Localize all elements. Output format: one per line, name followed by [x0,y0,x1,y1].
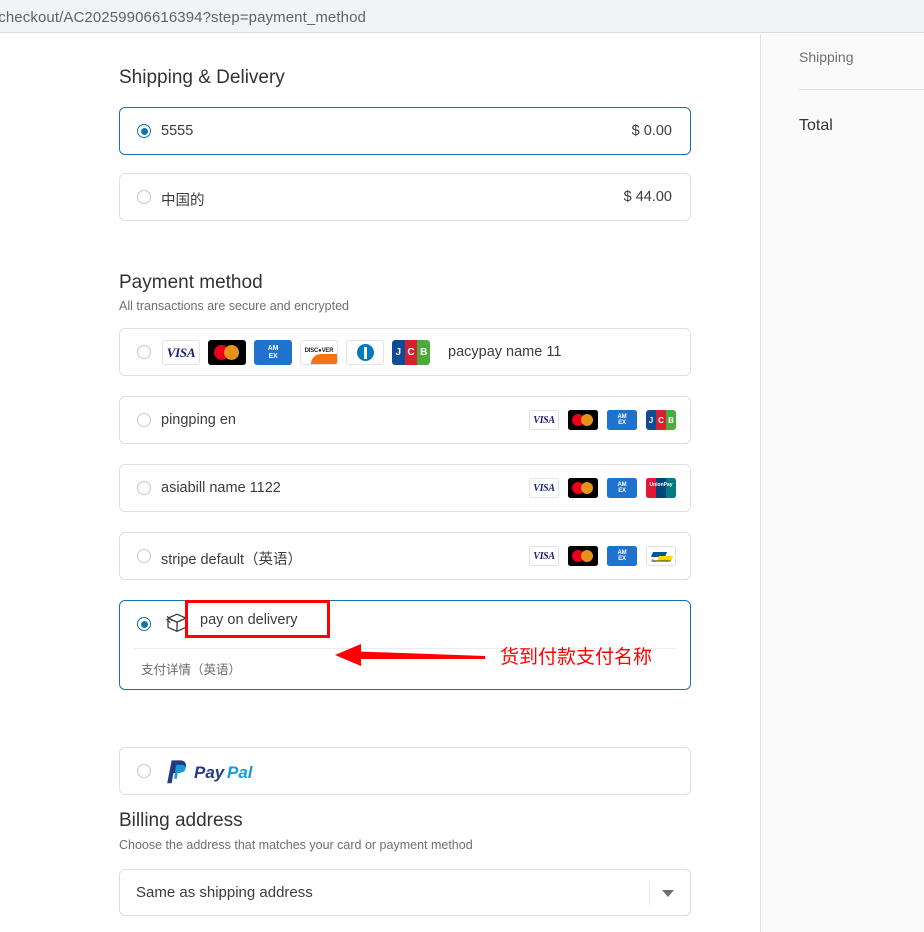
diners-club-icon [346,340,384,365]
pay-on-delivery-name-highlight: pay on delivery [185,600,330,638]
jcb-icon: JCB [646,410,676,430]
mastercard-icon [568,478,598,498]
shipping-section-title: Shipping & Delivery [119,67,285,88]
mastercard-icon [208,340,246,365]
payment-option-label: pingping en [161,412,236,428]
payment-option-radio[interactable] [137,413,151,427]
payment-option-radio[interactable] [137,345,151,359]
billing-section-subtitle: Choose the address that matches your car… [119,838,473,852]
billing-section-title: Billing address [119,810,243,831]
shipping-option-radio[interactable] [137,124,151,138]
payment-option-paypal[interactable]: Pay Pal [119,747,691,795]
select-separator [649,881,650,905]
visa-icon: VISA [529,410,559,430]
payment-option-radio[interactable] [137,549,151,563]
shipping-option-row[interactable]: 中国的 $ 44.00 [119,173,691,221]
payment-option-pacypay[interactable]: VISA AM EX DISC●VER JCB pacypay name 11 [119,328,691,376]
paypal-icon: Pay Pal [161,757,283,792]
amex-icon: AM EX [607,410,637,430]
payment-option-label: stripe default（英语） [161,552,303,568]
summary-total-label: Total [799,117,833,134]
shipping-option-price: $ 44.00 [623,189,672,205]
bancontact-icon: Bancontact [646,546,676,566]
amex-icon: AM EX [607,478,637,498]
checkout-page: Shipping Total Shipping & Delivery 5555 … [0,34,924,932]
payment-option-label: pacypay name 11 [448,344,562,360]
payment-option-radio[interactable] [137,481,151,495]
svg-text:Pay: Pay [194,763,226,782]
billing-address-select[interactable]: Same as shipping address [119,869,691,916]
shipping-option-price: $ 0.00 [631,123,672,139]
url-text: /checkout/AC20259906616394?step=payment_… [0,9,366,26]
annotation-text: 货到付款支付名称 [500,647,653,668]
amex-icon: AM EX [254,340,292,365]
summary-shipping-label: Shipping [799,49,854,65]
payment-option-radio[interactable] [137,617,151,631]
billing-address-selected-value: Same as shipping address [136,884,313,901]
amex-icon: AM EX [607,546,637,566]
shipping-option-radio[interactable] [137,190,151,204]
visa-icon: VISA [529,546,559,566]
card-brand-list: VISA AM EX Bancontact [529,546,676,566]
payment-option-asiabill[interactable]: asiabill name 1122 VISA AM EX UnionPay [119,464,691,512]
payment-section-title: Payment method [119,272,263,293]
payment-option-label: asiabill name 1122 [161,480,281,496]
discover-icon: DISC●VER [300,340,338,365]
card-brand-list: VISA AM EX JCB [529,410,676,430]
order-summary-sidebar: Shipping Total [760,34,924,932]
payment-option-radio[interactable] [137,764,151,778]
pay-on-delivery-sublabel: 支付详情（英语） [141,663,242,677]
payment-option-stripe[interactable]: stripe default（英语） VISA AM EX Bancontact [119,532,691,580]
annotation-arrow-icon [335,642,485,677]
browser-url-bar[interactable]: /checkout/AC20259906616394?step=payment_… [0,0,924,33]
unionpay-icon: UnionPay [646,478,676,498]
checkout-main-column: Shipping & Delivery 5555 $ 0.00 中国的 $ 44… [0,34,760,932]
svg-text:Pal: Pal [227,763,254,782]
mastercard-icon [568,410,598,430]
shipping-option-label: 中国的 [161,193,205,209]
payment-option-pingping[interactable]: pingping en VISA AM EX JCB [119,396,691,444]
payment-section-subtitle: All transactions are secure and encrypte… [119,299,349,313]
mastercard-icon [568,546,598,566]
visa-icon: VISA [529,478,559,498]
shipping-option-row[interactable]: 5555 $ 0.00 [119,107,691,155]
pay-on-delivery-label: pay on delivery [200,612,298,628]
card-brand-list: VISA AM EX UnionPay [529,478,676,498]
card-brand-list: VISA AM EX DISC●VER JCB [162,340,430,365]
jcb-icon: JCB [392,340,430,365]
summary-divider [799,89,924,90]
chevron-down-icon[interactable] [662,890,674,897]
visa-icon: VISA [162,340,200,365]
shipping-option-label: 5555 [161,123,194,139]
